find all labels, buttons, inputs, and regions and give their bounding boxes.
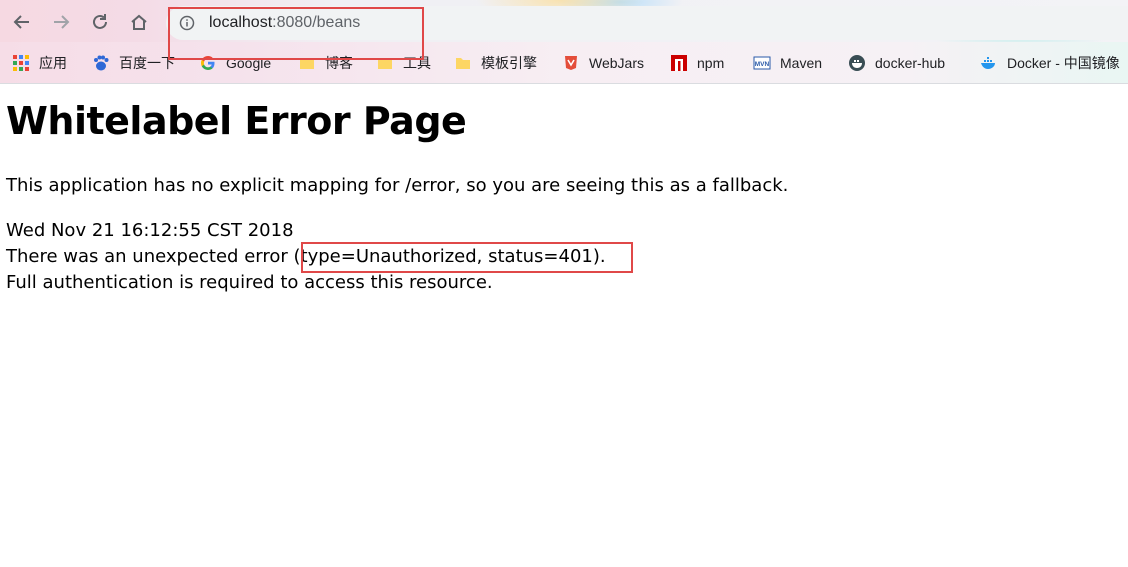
google-g-icon — [201, 56, 215, 70]
error-type-status: (type=Unauthorized, status=401). — [293, 246, 606, 267]
bookmark-folder-blog[interactable]: 博客 — [298, 53, 353, 73]
bookmark-label: 百度一下 — [119, 55, 175, 71]
bookmark-label: WebJars — [589, 55, 644, 71]
baidu-paw-icon — [94, 55, 109, 71]
error-message: Full authentication is required to acces… — [6, 272, 493, 293]
arrow-right-icon — [54, 15, 70, 29]
browser-toolbar: localhost:8080/beans — [0, 0, 1128, 42]
maven-icon: MVN — [753, 56, 771, 70]
webjars-icon — [565, 56, 577, 70]
bookmark-apps[interactable]: 应用 — [12, 53, 67, 73]
folder-icon — [456, 58, 470, 69]
bookmark-npm[interactable]: npm — [670, 53, 724, 73]
home-button[interactable] — [126, 9, 152, 35]
bookmark-baidu[interactable]: 百度一下 — [92, 53, 175, 73]
address-bar[interactable]: localhost:8080/beans — [166, 6, 1128, 40]
bookmark-maven[interactable]: MVN Maven — [753, 53, 822, 73]
page-title: Whitelabel Error Page — [6, 99, 467, 143]
bookmark-label: 应用 — [39, 55, 67, 71]
docker-whale-icon — [981, 57, 995, 69]
svg-text:MVN: MVN — [755, 61, 770, 68]
reload-icon — [93, 14, 107, 29]
bookmark-folder-tools[interactable]: 工具 — [376, 53, 431, 73]
forward-button[interactable] — [48, 9, 74, 35]
bookmark-label: 工具 — [403, 55, 431, 71]
url-text[interactable]: localhost:8080/beans — [209, 14, 360, 32]
url-path: :8080/beans — [272, 14, 361, 31]
bookmark-google[interactable]: Google — [199, 53, 271, 73]
bookmark-label: 模板引擎 — [481, 55, 537, 71]
reload-button[interactable] — [87, 9, 113, 35]
arrow-left-icon — [13, 15, 29, 29]
bookmark-label: 博客 — [325, 55, 353, 71]
url-host: localhost — [209, 14, 273, 31]
bookmark-docker-hub[interactable]: docker-hub — [848, 53, 945, 73]
npm-icon — [671, 55, 687, 71]
bookmark-label: Docker - 中国镜像 — [1007, 55, 1120, 71]
docker-hub-icon — [849, 55, 865, 71]
bookmark-webjars[interactable]: WebJars — [562, 53, 644, 73]
back-button[interactable] — [9, 9, 35, 35]
home-icon — [131, 14, 147, 30]
bookmarks-bar: 应用 百度一下 Google 博客 工具 模板引擎 WebJars npm MV — [0, 42, 1128, 84]
error-summary: There was an unexpected error (type=Unau… — [6, 245, 606, 269]
bookmark-label: Maven — [780, 55, 823, 71]
folder-icon — [378, 58, 392, 69]
bookmark-folder-template-engine[interactable]: 模板引擎 — [454, 53, 537, 73]
info-icon[interactable] — [179, 15, 195, 31]
bookmark-label: docker-hub — [875, 55, 946, 71]
error-prefix: There was an unexpected error — [6, 246, 294, 267]
error-description: This application has no explicit mapping… — [6, 175, 789, 196]
folder-icon — [300, 58, 314, 69]
error-timestamp: Wed Nov 21 16:12:55 CST 2018 — [6, 220, 294, 241]
bookmark-docker-china-mirror[interactable]: Docker - 中国镜像 — [980, 53, 1120, 73]
bookmark-label: Google — [226, 55, 272, 71]
apps-grid-icon — [13, 55, 29, 71]
bookmark-label: npm — [697, 55, 725, 71]
